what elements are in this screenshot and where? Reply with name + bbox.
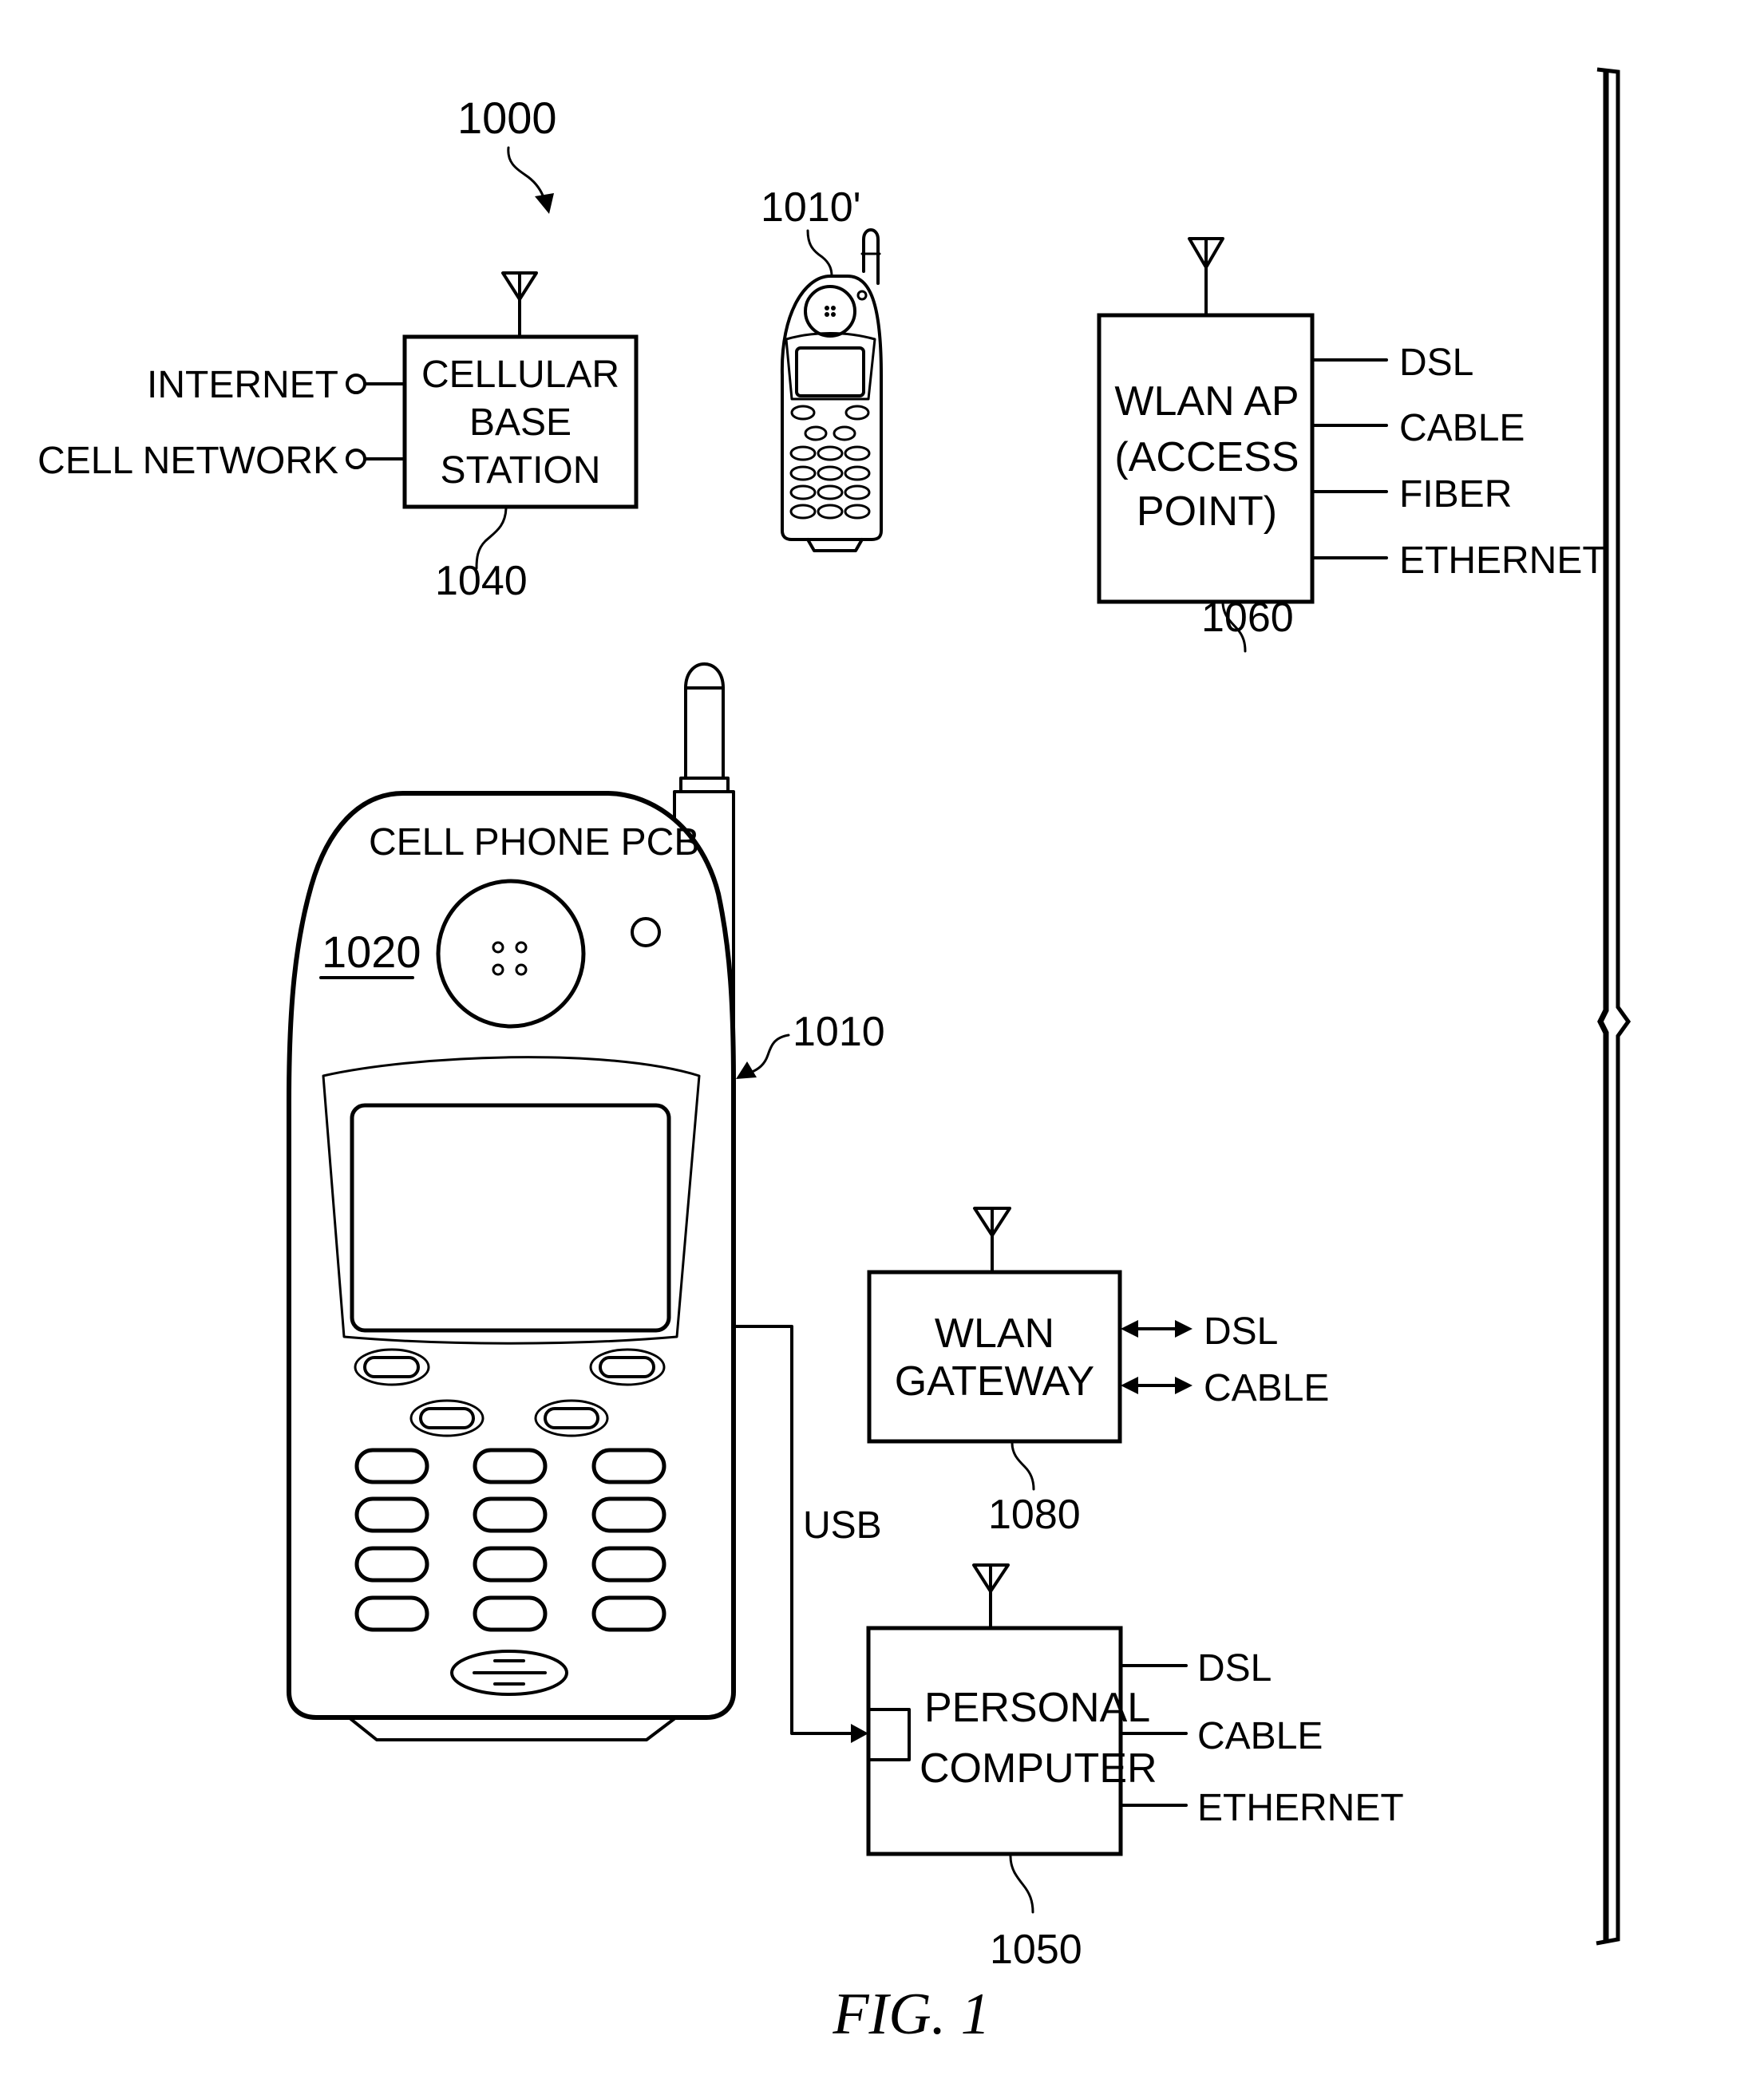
keypad-key[interactable] bbox=[473, 1448, 548, 1484]
usb-link: USB bbox=[732, 1325, 882, 1743]
figure-bracket bbox=[1596, 67, 1632, 1946]
wlan-ap-cable-label: CABLE bbox=[1399, 407, 1525, 449]
pc-leader bbox=[1009, 1855, 1034, 1914]
small-phone-leader bbox=[806, 229, 833, 278]
internet-label: INTERNET bbox=[147, 364, 338, 406]
usb-arrowhead-icon bbox=[851, 1724, 868, 1743]
small-phone-foot bbox=[806, 538, 864, 552]
wlan-gateway-label-line2: GATEWAY bbox=[895, 1358, 1094, 1405]
personal-computer: PERSONAL COMPUTER DSL CABLE ETHERNET 105… bbox=[866, 1563, 1404, 1973]
internet-terminal-icon bbox=[346, 374, 366, 394]
keypad-key[interactable] bbox=[591, 1448, 666, 1484]
small-phone-screen bbox=[795, 346, 865, 397]
keypad-key[interactable] bbox=[473, 1496, 548, 1533]
keypad-key[interactable] bbox=[591, 1546, 666, 1583]
cell-network-terminal-icon bbox=[346, 449, 366, 469]
cellular-base-station: CELLULAR BASE STATION INTERNET CELL NETW… bbox=[38, 271, 639, 604]
display-screen bbox=[350, 1103, 671, 1333]
wlan-gateway: WLAN GATEWAY DSL CABLE 1080 bbox=[867, 1207, 1329, 1538]
keypad-key[interactable] bbox=[591, 1595, 666, 1632]
antenna-icon bbox=[973, 1207, 1011, 1274]
pc-dsl-label: DSL bbox=[1197, 1647, 1272, 1690]
wlan-ap-label-line2: (ACCESS bbox=[1114, 434, 1299, 480]
pc-box bbox=[866, 1626, 1123, 1856]
keypad-key[interactable] bbox=[354, 1448, 429, 1484]
patent-figure: 1000 CELLULAR BASE STATION INTERNET CELL… bbox=[38, 67, 1632, 2047]
wlan-gateway-label-line1: WLAN bbox=[935, 1310, 1054, 1357]
cell-phone-foot bbox=[347, 1716, 678, 1741]
system-ref-label: 1000 bbox=[457, 93, 557, 143]
base-station-label-line1: CELLULAR bbox=[421, 354, 619, 396]
wlan-gateway-box bbox=[867, 1270, 1122, 1444]
usb-label: USB bbox=[803, 1504, 882, 1547]
small-phone-speaker-icon bbox=[804, 285, 856, 338]
wlan-ap-ethernet-label: ETHERNET bbox=[1399, 540, 1606, 582]
pc-ethernet-label: ETHERNET bbox=[1197, 1787, 1404, 1829]
figure-caption: FIG. 1 bbox=[832, 1982, 990, 2047]
keypad-key[interactable] bbox=[473, 1595, 548, 1632]
wlan-ap-label-line1: WLAN AP bbox=[1114, 378, 1299, 425]
pc-label-line1: PERSONAL bbox=[924, 1685, 1150, 1731]
wlan-ap-ref: 1060 bbox=[1201, 595, 1294, 641]
wlan-gateway-ref: 1080 bbox=[988, 1492, 1081, 1538]
wlan-access-point: WLAN AP (ACCESS POINT) DSL CABLE FIBER E… bbox=[1097, 237, 1606, 653]
wlan-gateway-dsl-label: DSL bbox=[1204, 1310, 1278, 1353]
pcb-label: CELL PHONE PCB bbox=[369, 821, 699, 864]
system-ref-arrowhead-icon bbox=[535, 193, 554, 214]
wlan-gateway-leader bbox=[1011, 1441, 1035, 1491]
cell-network-label: CELL NETWORK bbox=[38, 440, 338, 482]
wlan-ap-label-line3: POINT) bbox=[1137, 488, 1277, 535]
antenna-icon bbox=[501, 271, 538, 338]
keypad-key[interactable] bbox=[354, 1496, 429, 1533]
system-reference: 1000 bbox=[457, 93, 557, 214]
small-phone-ref: 1010' bbox=[761, 184, 861, 231]
antenna-icon bbox=[972, 1563, 1010, 1630]
pc-label-line2: COMPUTER bbox=[920, 1745, 1157, 1792]
small-phone-bezel bbox=[785, 332, 876, 401]
wlan-gateway-dsl-link bbox=[1121, 1320, 1192, 1338]
wlan-ap-fiber-label: FIBER bbox=[1399, 473, 1512, 516]
cell-phone-ref: 1010 bbox=[793, 1009, 885, 1055]
cell-phone: CELL PHONE PCB 1020 1010 bbox=[287, 662, 885, 1741]
speaker-icon bbox=[436, 879, 586, 1029]
keypad-key[interactable] bbox=[354, 1595, 429, 1632]
keypad-key[interactable] bbox=[473, 1546, 548, 1583]
keypad-key[interactable] bbox=[591, 1496, 666, 1533]
pc-cable-label: CABLE bbox=[1197, 1715, 1323, 1757]
small-phone: 1010' bbox=[761, 184, 883, 552]
keypad-key[interactable] bbox=[354, 1546, 429, 1583]
wlan-gateway-cable-link bbox=[1121, 1377, 1192, 1394]
small-phone-keypad bbox=[789, 405, 871, 520]
wlan-gateway-cable-label: CABLE bbox=[1204, 1367, 1329, 1409]
antenna-icon bbox=[1188, 237, 1224, 317]
small-phone-antenna-icon bbox=[862, 228, 880, 285]
microphone-icon bbox=[450, 1650, 568, 1696]
pcb-ref: 1020 bbox=[322, 927, 421, 977]
cell-phone-leader bbox=[749, 1034, 790, 1074]
base-station-ref: 1040 bbox=[435, 558, 528, 604]
pc-ref: 1050 bbox=[990, 1927, 1082, 1973]
wlan-ap-dsl-label: DSL bbox=[1399, 342, 1473, 384]
system-ref-leader bbox=[507, 146, 546, 201]
base-station-label-line3: STATION bbox=[441, 449, 601, 492]
base-station-label-line2: BASE bbox=[469, 401, 572, 444]
